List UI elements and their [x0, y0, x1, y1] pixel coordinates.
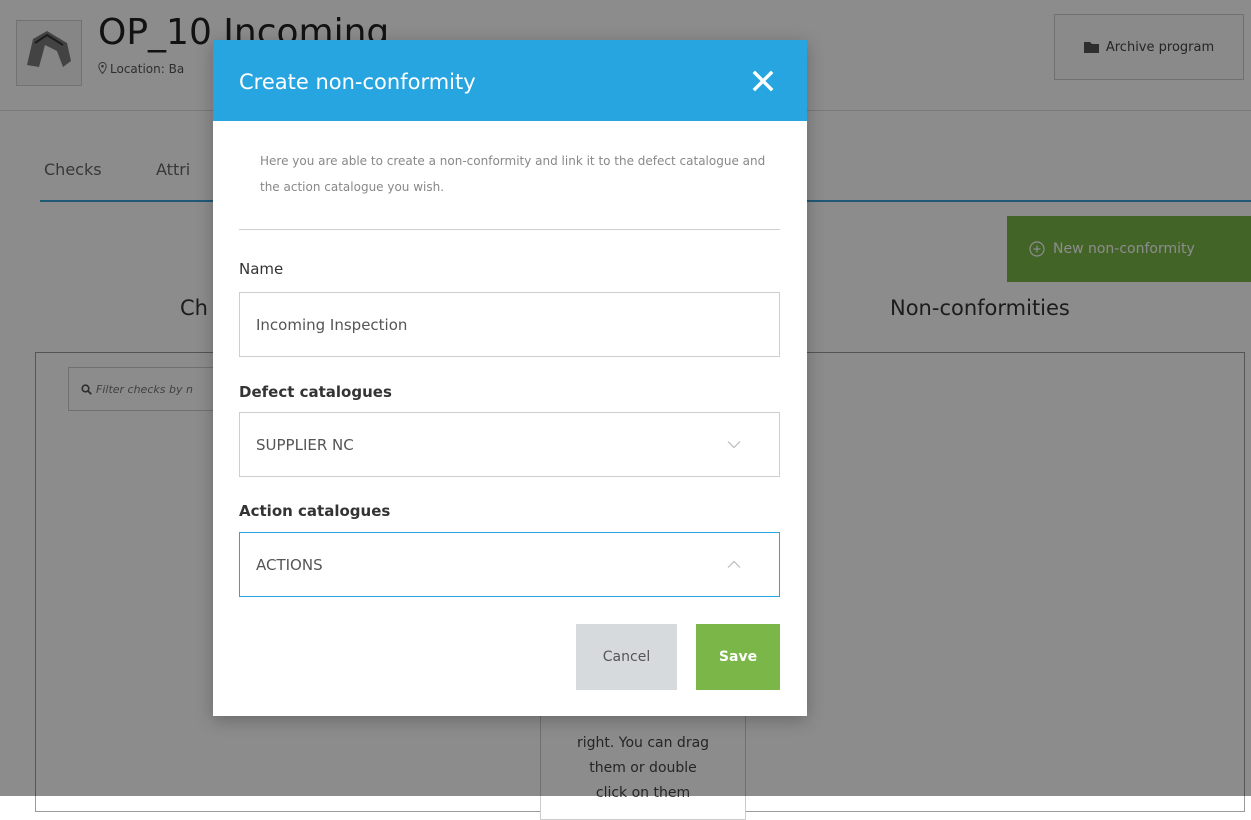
close-dialog-button[interactable] [752, 70, 774, 92]
dialog-title: Create non-conformity [239, 70, 476, 94]
defect-catalogues-select[interactable]: SUPPLIER NC [239, 412, 780, 477]
dialog-header: Create non-conformity [213, 40, 807, 121]
create-non-conformity-dialog: Create non-conformity Here you are able … [213, 40, 807, 716]
name-label: Name [239, 260, 284, 278]
cancel-button[interactable]: Cancel [576, 624, 677, 690]
action-catalogues-label: Action catalogues [239, 502, 391, 520]
dialog-divider [239, 229, 780, 230]
chevron-down-icon [727, 441, 741, 449]
name-input[interactable] [239, 292, 780, 357]
close-icon [752, 70, 774, 92]
defect-catalogues-value: SUPPLIER NC [256, 435, 354, 454]
action-catalogues-value: ACTIONS [256, 555, 323, 574]
save-button[interactable]: Save [696, 624, 780, 690]
defect-catalogues-label: Defect catalogues [239, 383, 392, 401]
dialog-description: Here you are able to create a non-confor… [260, 154, 766, 194]
action-catalogues-select[interactable]: ACTIONS [239, 532, 780, 597]
chevron-up-icon [727, 560, 741, 568]
